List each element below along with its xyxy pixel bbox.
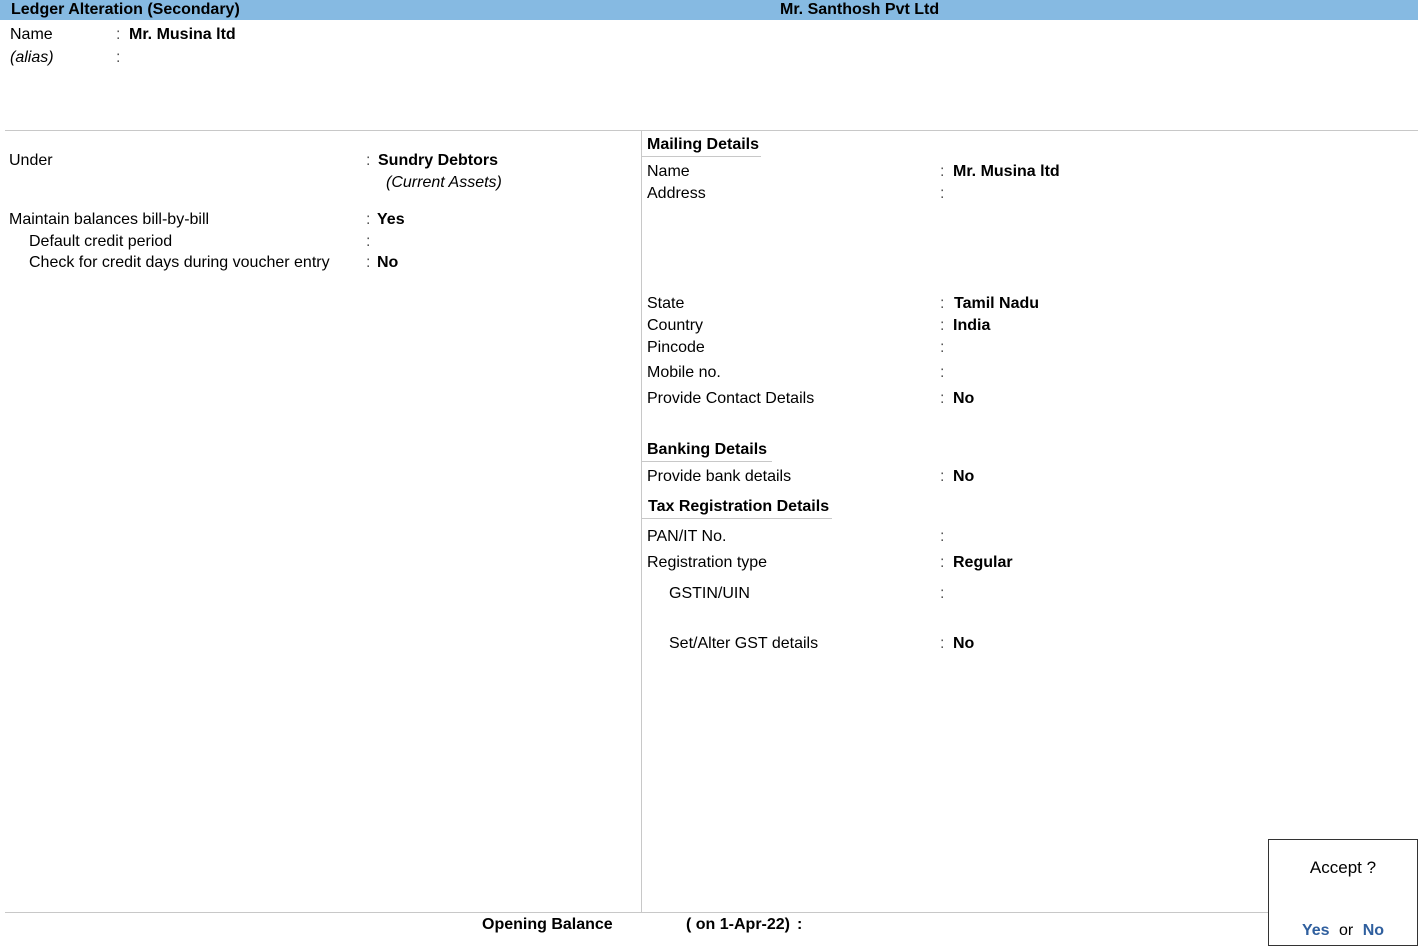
gst-details-label: Set/Alter GST details [669, 635, 819, 652]
company-name: Mr. Santhosh Pvt Ltd [780, 1, 940, 18]
or-text: or [1339, 922, 1354, 939]
credit-period-field[interactable] [377, 233, 527, 251]
mailing-name-label: Name [647, 163, 690, 180]
credit-period-label: Default credit period [29, 233, 173, 250]
banking-heading-underline [642, 461, 772, 462]
column-divider [641, 131, 642, 912]
colon: : [366, 152, 371, 169]
colon: : [366, 211, 371, 228]
under-label: Under [9, 152, 53, 169]
opening-balance-date: ( on 1-Apr-22) [686, 916, 790, 933]
bank-details-field[interactable]: No [953, 468, 974, 486]
gstin-label: GSTIN/UIN [669, 585, 750, 602]
colon: : [940, 635, 945, 652]
registration-type-label: Registration type [647, 554, 768, 571]
pincode-field[interactable] [953, 339, 1103, 357]
colon: : [940, 185, 945, 202]
header-divider [5, 130, 1418, 131]
gstin-field[interactable] [953, 585, 1153, 603]
colon: : [940, 317, 945, 334]
check-credit-days-field[interactable]: No [377, 254, 398, 272]
state-field[interactable]: Tamil Nadu [954, 295, 1039, 313]
colon: : [940, 295, 945, 312]
mailing-details-heading: Mailing Details [647, 136, 760, 153]
colon: : [940, 364, 945, 381]
country-label: Country [647, 317, 704, 334]
accept-dialog: Accept ? Yes or No [1268, 839, 1418, 946]
contact-details-label: Provide Contact Details [647, 390, 815, 407]
mailing-name-field[interactable]: Mr. Musina ltd [953, 163, 1060, 181]
name-label: Name [10, 26, 53, 43]
state-label: State [647, 295, 685, 312]
footer-divider [5, 912, 1268, 913]
mobile-field[interactable] [953, 364, 1103, 382]
bill-by-bill-label: Maintain balances bill-by-bill [9, 211, 210, 228]
mobile-label: Mobile no. [647, 364, 721, 381]
colon: : [940, 339, 945, 356]
accept-options: Yes or No [1269, 922, 1417, 940]
screen-title: Ledger Alteration (Secondary) [11, 1, 240, 18]
colon: : [940, 468, 945, 485]
address-field[interactable] [953, 185, 1253, 203]
mailing-heading-underline [642, 156, 761, 157]
colon: : [940, 163, 945, 180]
title-bar: Ledger Alteration (Secondary) Mr. Santho… [0, 0, 1418, 20]
colon: : [940, 585, 945, 602]
colon: : [116, 49, 121, 66]
alias-label: (alias) [10, 49, 54, 66]
under-group-field[interactable]: Sundry Debtors [378, 152, 498, 170]
colon: : [940, 390, 945, 407]
pan-label: PAN/IT No. [647, 528, 727, 545]
colon: : [116, 26, 121, 43]
colon: : [366, 254, 371, 271]
banking-details-heading: Banking Details [647, 441, 768, 458]
pan-field[interactable] [953, 528, 1153, 546]
opening-balance-field[interactable] [812, 916, 1012, 934]
colon: : [797, 916, 803, 933]
under-parent-group: (Current Assets) [386, 174, 502, 191]
contact-details-field[interactable]: No [953, 390, 974, 408]
colon: : [940, 528, 945, 545]
accept-question: Accept ? [1309, 858, 1377, 877]
registration-type-field[interactable]: Regular [953, 554, 1013, 572]
opening-balance-label: Opening Balance [482, 916, 613, 933]
pincode-label: Pincode [647, 339, 705, 356]
tax-registration-heading: Tax Registration Details [648, 498, 830, 515]
address-label: Address [647, 185, 706, 202]
tax-heading-underline [642, 518, 832, 519]
ledger-name-field[interactable]: Mr. Musina ltd [129, 26, 236, 44]
accept-yes-button[interactable]: Yes [1302, 922, 1330, 939]
bill-by-bill-field[interactable]: Yes [377, 211, 405, 229]
bank-details-label: Provide bank details [647, 468, 792, 485]
check-credit-days-label: Check for credit days during voucher ent… [29, 254, 330, 271]
colon: : [366, 233, 371, 250]
country-field[interactable]: India [953, 317, 990, 335]
colon: : [940, 554, 945, 571]
alias-field[interactable] [129, 49, 329, 67]
accept-no-button[interactable]: No [1363, 922, 1384, 939]
gst-details-field[interactable]: No [953, 635, 974, 653]
